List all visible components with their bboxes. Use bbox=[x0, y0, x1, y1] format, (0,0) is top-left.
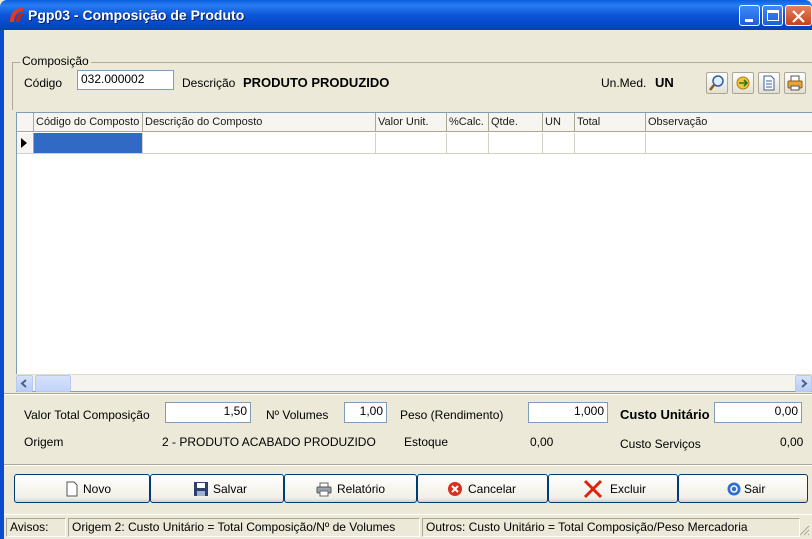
cell-valor-unit[interactable] bbox=[376, 133, 447, 153]
status-bar: Avisos: Origem 2: Custo Unitário = Total… bbox=[4, 514, 812, 539]
chevron-left-icon bbox=[20, 379, 27, 388]
valor-total-field[interactable]: 1,50 bbox=[165, 402, 251, 423]
composicao-legend: Composição bbox=[20, 54, 91, 68]
relatorio-label: Relatório bbox=[337, 482, 386, 496]
print-button[interactable] bbox=[784, 72, 806, 94]
cancelar-label: Cancelar bbox=[468, 482, 517, 496]
custo-unitario-label: Custo Unitário bbox=[620, 407, 710, 422]
salvar-label: Salvar bbox=[213, 482, 248, 496]
col-un[interactable]: UN bbox=[543, 113, 575, 132]
status-outros: Outros: Custo Unitário = Total Composiçã… bbox=[422, 518, 800, 537]
table-row[interactable] bbox=[17, 133, 812, 154]
exit-icon bbox=[727, 482, 741, 496]
cell-un[interactable] bbox=[543, 133, 575, 153]
app-logo-icon bbox=[10, 8, 23, 22]
grid-header: Código do Composto Descrição do Composto… bbox=[17, 113, 812, 132]
new-document-icon bbox=[66, 481, 78, 497]
save-disk-icon bbox=[194, 482, 208, 496]
origem-label: Origem bbox=[24, 435, 64, 449]
volumes-field[interactable]: 1,00 bbox=[344, 402, 387, 423]
title-bar[interactable]: Pgp03 - Composição de Produto bbox=[0, 0, 812, 30]
scroll-right-button[interactable] bbox=[795, 375, 812, 392]
arrow-refresh-icon bbox=[736, 76, 750, 90]
estoque-label: Estoque bbox=[404, 435, 449, 449]
refresh-button[interactable] bbox=[732, 72, 754, 94]
close-button[interactable] bbox=[785, 5, 812, 26]
current-row-arrow-icon bbox=[21, 138, 27, 148]
col-calc[interactable]: %Calc. bbox=[447, 113, 489, 132]
relatorio-button[interactable]: Relatório bbox=[284, 474, 417, 503]
window-title: Pgp03 - Composição de Produto bbox=[28, 7, 245, 23]
cell-total[interactable] bbox=[575, 133, 646, 153]
descricao-value: PRODUTO PRODUZIDO bbox=[243, 75, 390, 90]
document-button[interactable] bbox=[758, 72, 780, 94]
unmed-value: UN bbox=[655, 75, 674, 90]
estoque-value: 0,00 bbox=[530, 435, 554, 449]
printer-icon bbox=[316, 482, 332, 497]
search-button[interactable] bbox=[706, 72, 728, 94]
custo-servicos-label: Custo Serviços bbox=[620, 437, 701, 451]
col-descricao-composto[interactable]: Descrição do Composto bbox=[143, 113, 376, 132]
maximize-button[interactable] bbox=[762, 5, 783, 26]
sair-button[interactable]: Sair bbox=[678, 474, 808, 503]
divider bbox=[4, 464, 812, 466]
codigo-label: Código bbox=[24, 76, 63, 90]
window-frame bbox=[0, 30, 4, 539]
resize-grip-icon[interactable] bbox=[798, 524, 810, 536]
sair-label: Sair bbox=[744, 482, 766, 496]
unmed-label: Un.Med. bbox=[601, 76, 647, 90]
minimize-button[interactable] bbox=[739, 5, 760, 26]
col-valor-unit[interactable]: Valor Unit. bbox=[376, 113, 447, 132]
volumes-label: Nº Volumes bbox=[266, 408, 329, 422]
grid-corner bbox=[17, 113, 34, 132]
col-qtde[interactable]: Qtde. bbox=[489, 113, 543, 132]
cell-calc[interactable] bbox=[447, 133, 489, 153]
status-avisos: Avisos: bbox=[6, 518, 66, 537]
close-icon bbox=[792, 10, 805, 23]
cell-codigo-composto[interactable] bbox=[34, 133, 143, 153]
printer-icon bbox=[787, 75, 803, 91]
chevron-right-icon bbox=[801, 379, 808, 388]
valor-total-label: Valor Total Composição bbox=[24, 408, 150, 422]
custo-servicos-value: 0,00 bbox=[780, 435, 804, 449]
scroll-thumb[interactable] bbox=[35, 375, 71, 392]
col-total[interactable]: Total bbox=[575, 113, 646, 132]
salvar-button[interactable]: Salvar bbox=[150, 474, 284, 503]
horizontal-scrollbar[interactable] bbox=[16, 374, 812, 392]
search-icon bbox=[709, 75, 724, 91]
novo-label: Novo bbox=[83, 482, 112, 496]
cell-qtde[interactable] bbox=[489, 133, 543, 153]
cancel-icon bbox=[448, 482, 462, 496]
row-indicator bbox=[17, 133, 34, 153]
document-icon bbox=[763, 75, 775, 91]
origem-value: 2 - PRODUTO ACABADO PRODUZIDO bbox=[162, 435, 376, 449]
divider bbox=[4, 393, 812, 395]
col-codigo-composto[interactable]: Código do Composto bbox=[34, 113, 143, 132]
delete-x-icon bbox=[583, 479, 603, 499]
cell-observacao[interactable] bbox=[646, 133, 812, 153]
composition-grid[interactable]: Código do Composto Descrição do Composto… bbox=[16, 112, 812, 392]
excluir-button[interactable]: Excluir bbox=[548, 474, 678, 503]
scroll-left-button[interactable] bbox=[16, 375, 33, 392]
novo-button[interactable]: Novo bbox=[14, 474, 150, 503]
excluir-label: Excluir bbox=[610, 482, 647, 496]
cancelar-button[interactable]: Cancelar bbox=[417, 474, 548, 503]
custo-unitario-field[interactable]: 0,00 bbox=[714, 402, 802, 423]
peso-label: Peso (Rendimento) bbox=[400, 408, 504, 422]
codigo-field[interactable]: 032.000002 bbox=[77, 70, 174, 90]
peso-field[interactable]: 1,000 bbox=[528, 402, 608, 423]
cell-descricao-composto[interactable] bbox=[143, 133, 376, 153]
descricao-label: Descrição bbox=[182, 76, 236, 90]
status-origem2: Origem 2: Custo Unitário = Total Composi… bbox=[68, 518, 420, 537]
col-observacao[interactable]: Observação bbox=[646, 113, 812, 132]
